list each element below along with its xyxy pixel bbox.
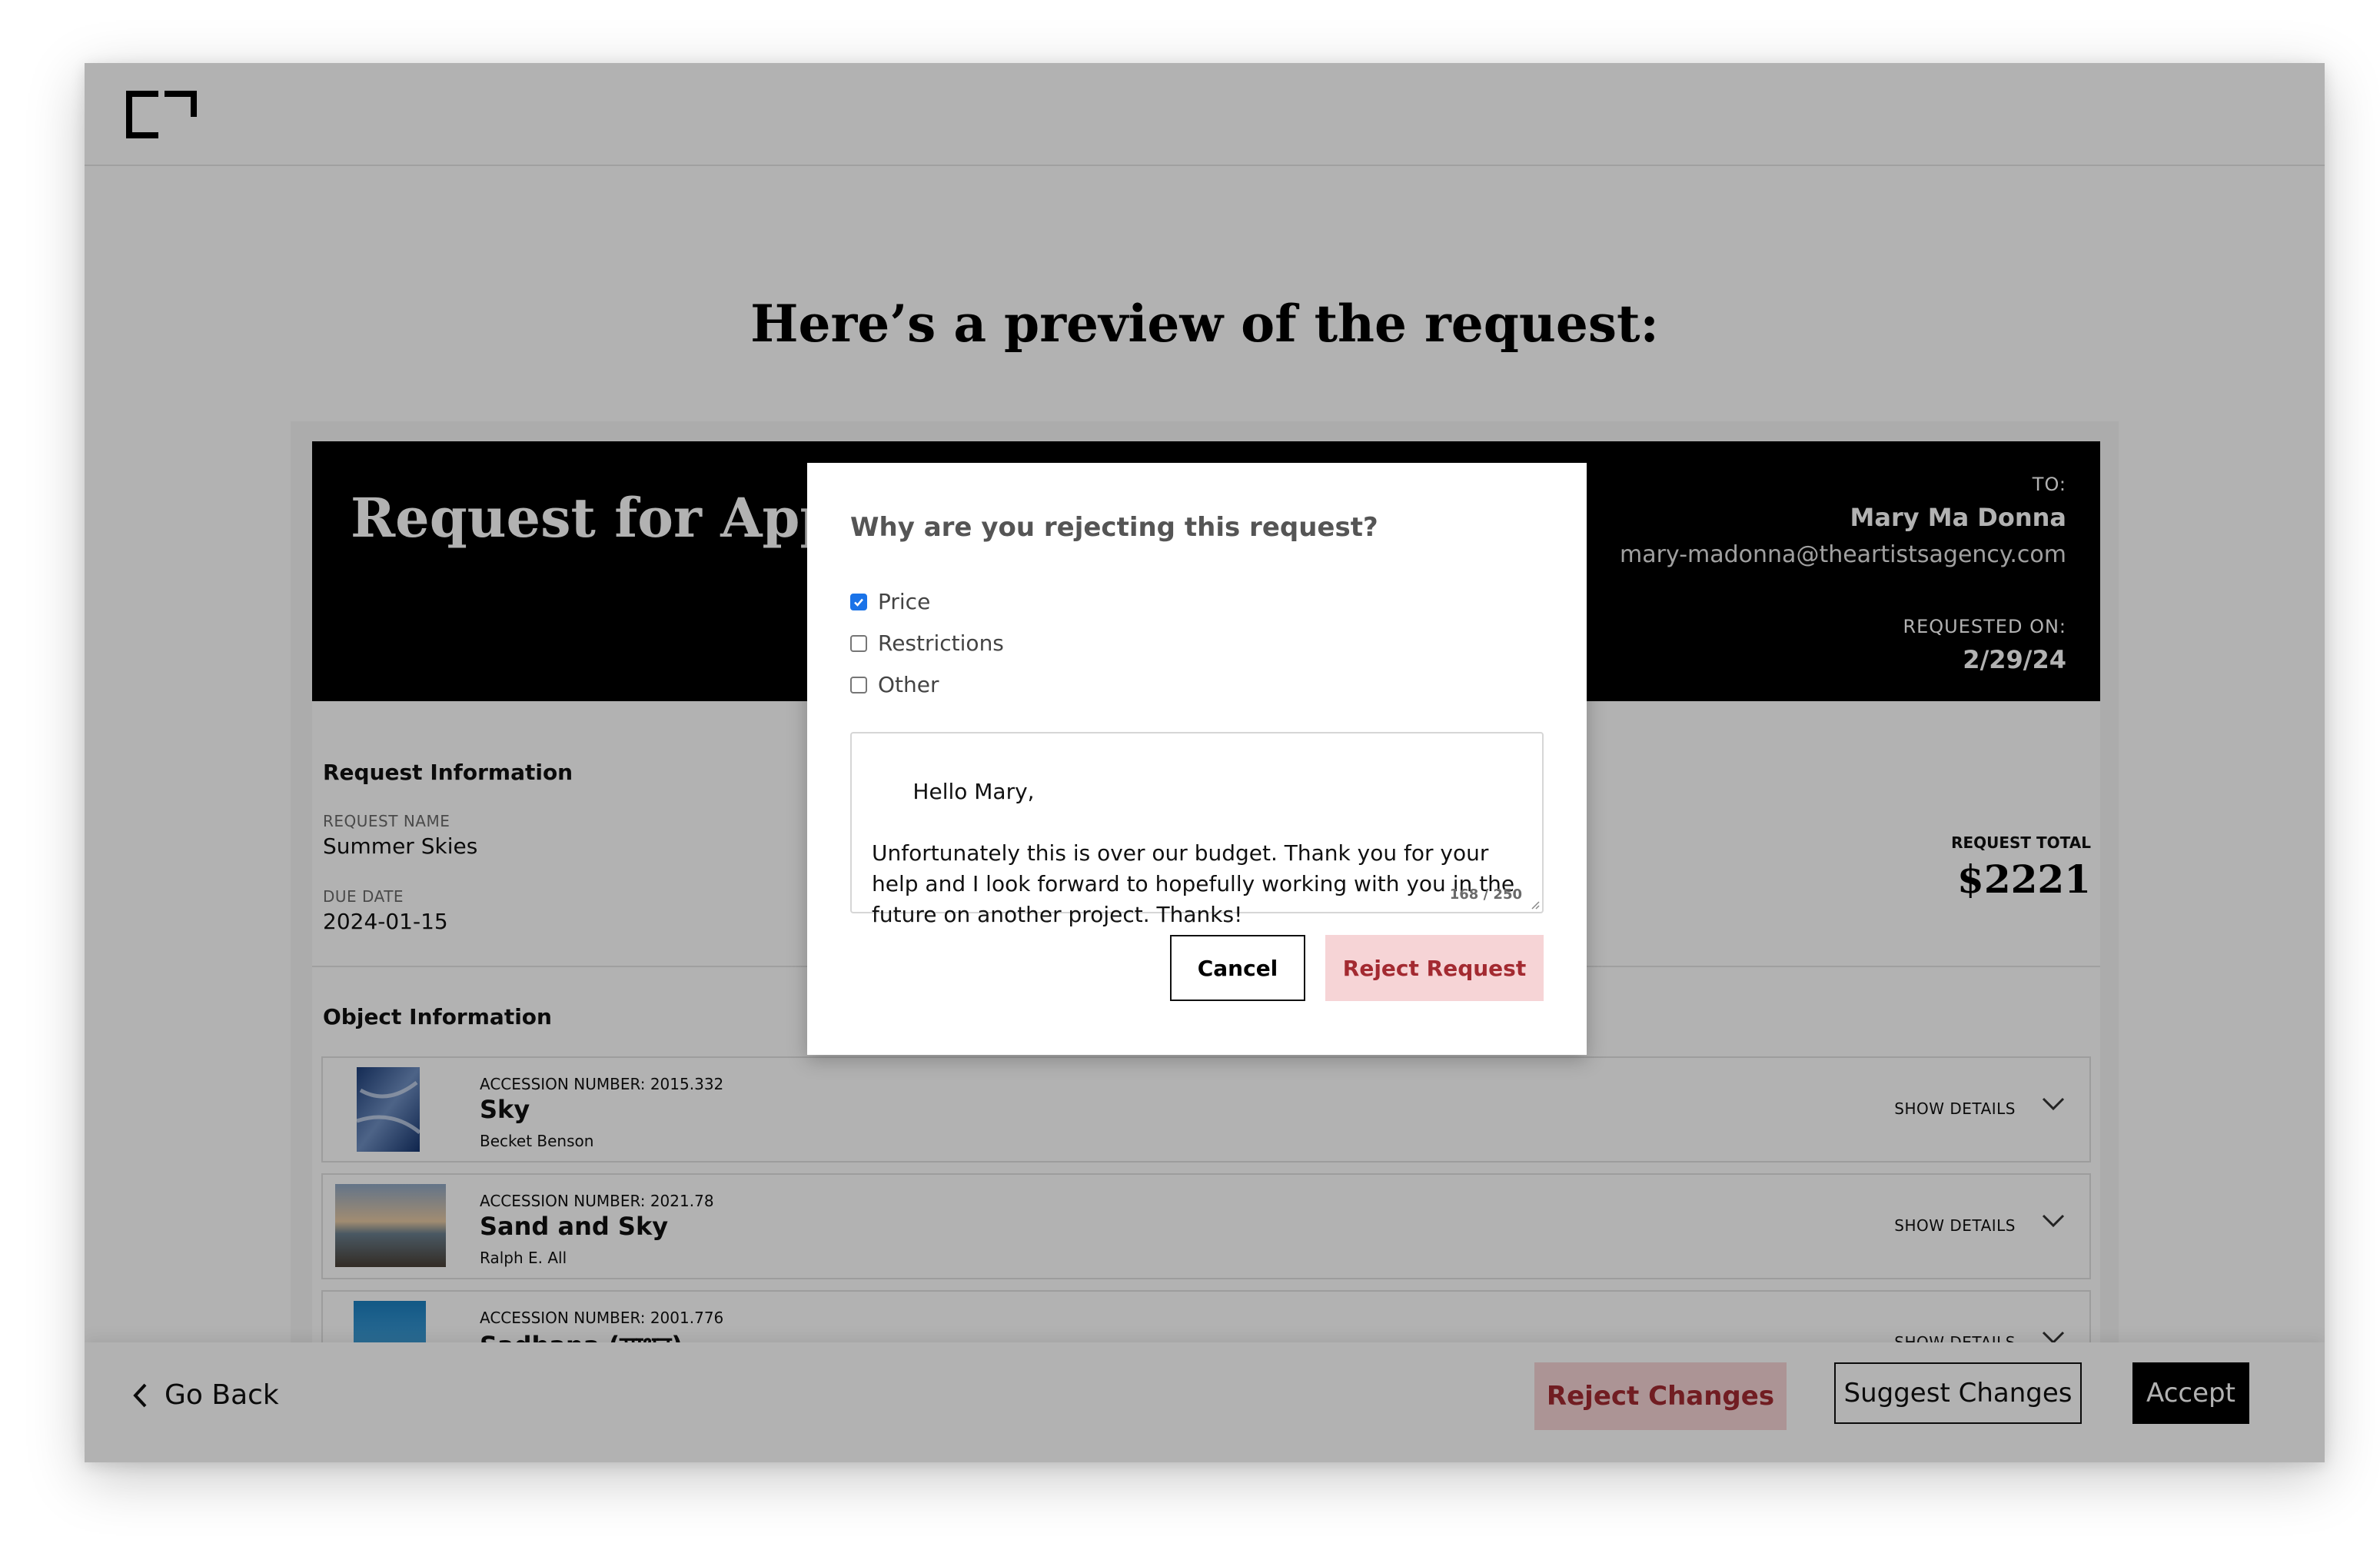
reject-reason-dialog: Why are you rejecting this request? Pric… — [807, 463, 1587, 1055]
character-count: 168 / 250 — [1449, 886, 1522, 903]
other-option-label: Other — [878, 672, 939, 697]
dialog-title: Why are you rejecting this request? — [850, 512, 1378, 543]
resize-handle-icon[interactable] — [1530, 900, 1541, 910]
price-checkbox[interactable] — [850, 593, 867, 610]
cancel-button[interactable]: Cancel — [1170, 935, 1305, 1001]
reject-request-button[interactable]: Reject Request — [1325, 935, 1544, 1001]
rejection-message-text: Hello Mary, Unfortunately this is over o… — [872, 779, 1515, 927]
reason-option-other[interactable]: Other — [850, 672, 939, 697]
restrictions-checkbox[interactable] — [850, 634, 867, 652]
price-option-label: Price — [878, 589, 931, 614]
other-checkbox[interactable] — [850, 676, 867, 694]
rejection-message-textarea[interactable]: Hello Mary, Unfortunately this is over o… — [850, 732, 1544, 927]
checkmark-icon — [854, 598, 863, 607]
restrictions-option-label: Restrictions — [878, 630, 1004, 656]
reason-option-restrictions[interactable]: Restrictions — [850, 630, 1004, 656]
app-window: Here’s a preview of the request: Request… — [85, 63, 2325, 1462]
reason-option-price[interactable]: Price — [850, 589, 930, 614]
